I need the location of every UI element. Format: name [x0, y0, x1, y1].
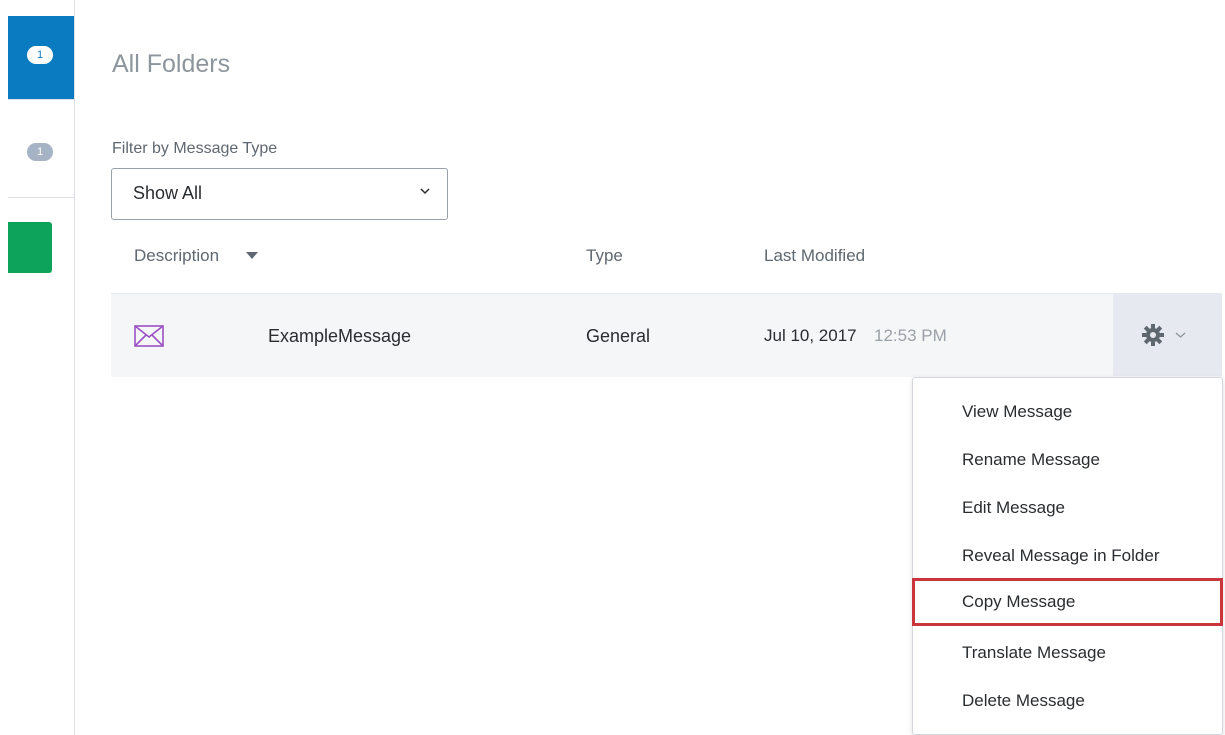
- sidebar-count-badge: 1: [27, 46, 53, 64]
- page-title: All Folders: [112, 50, 231, 78]
- envelope-icon: [134, 325, 164, 347]
- menu-item-copy-message[interactable]: Copy Message: [912, 578, 1223, 626]
- chevron-down-icon: [1175, 332, 1186, 338]
- filter-label: Filter by Message Type: [112, 140, 278, 157]
- sidebar-count-badge-secondary[interactable]: 1: [27, 143, 53, 161]
- menu-item-reveal-message-in-folder[interactable]: Reveal Message in Folder: [913, 532, 1222, 580]
- row-actions-menu: View Message Rename Message Edit Message…: [912, 377, 1223, 735]
- last-modified-time: 12:53 PM: [874, 326, 947, 345]
- menu-item-view-message[interactable]: View Message: [913, 388, 1222, 436]
- menu-item-translate-message[interactable]: Translate Message: [913, 629, 1222, 677]
- left-sidebar: 1 1: [0, 0, 75, 735]
- menu-item-delete-message[interactable]: Delete Message: [913, 677, 1222, 725]
- column-header-last-modified[interactable]: Last Modified: [764, 246, 865, 266]
- table-row[interactable]: ExampleMessage General Jul 10, 2017 12:5…: [111, 293, 1222, 377]
- sidebar-green-button[interactable]: [8, 222, 52, 273]
- sort-down-icon[interactable]: [246, 252, 258, 260]
- menu-item-rename-message[interactable]: Rename Message: [913, 436, 1222, 484]
- sidebar-divider: [8, 99, 74, 100]
- filter-selected-value: Show All: [133, 183, 203, 203]
- menu-item-edit-message[interactable]: Edit Message: [913, 484, 1222, 532]
- gear-icon: [1142, 324, 1164, 346]
- message-type-select[interactable]: Show All: [111, 168, 448, 220]
- chevron-down-icon: [420, 188, 430, 195]
- message-type: General: [586, 326, 651, 346]
- message-name[interactable]: ExampleMessage: [268, 326, 411, 347]
- column-header-description[interactable]: Description: [134, 246, 219, 266]
- row-actions-button[interactable]: [1113, 294, 1222, 376]
- column-header-type[interactable]: Type: [586, 246, 623, 266]
- sidebar-divider: [8, 197, 74, 198]
- last-modified-date: Jul 10, 2017: [764, 326, 857, 345]
